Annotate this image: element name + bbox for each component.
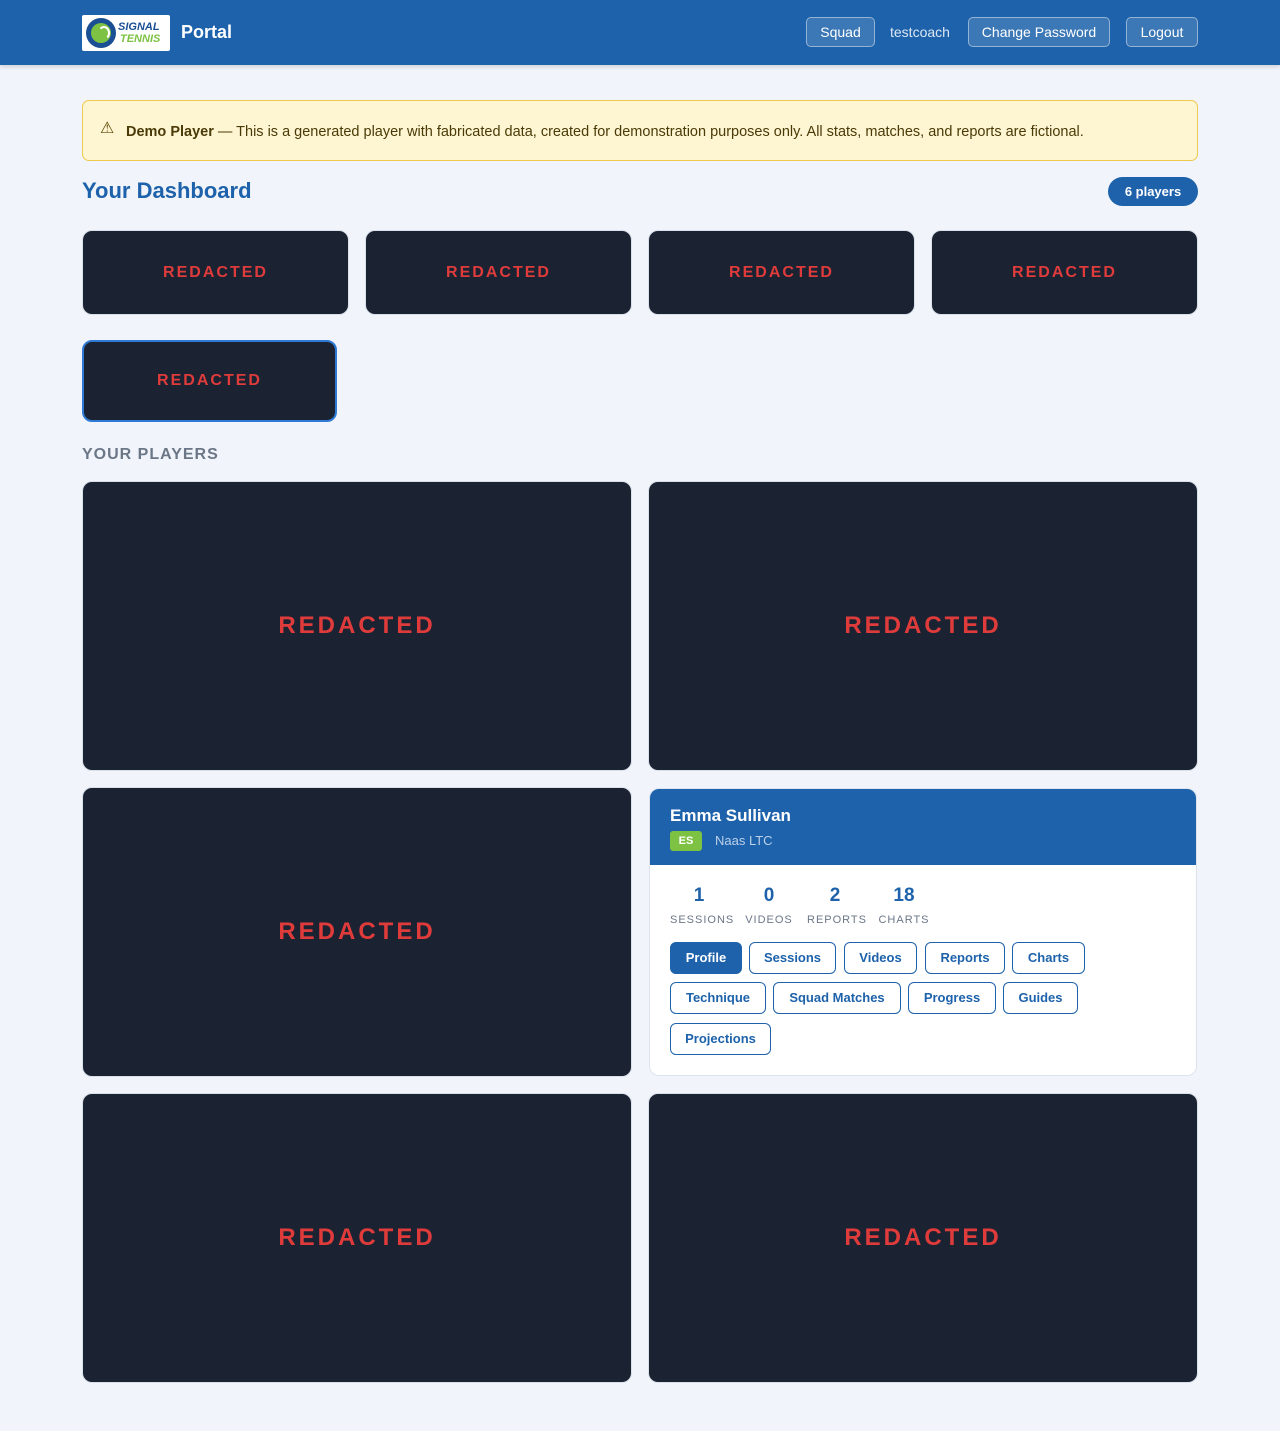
- redacted-label: REDACTED: [1012, 263, 1117, 281]
- player-initials-badge: ES: [670, 831, 702, 851]
- your-players-heading: YOUR PLAYERS: [82, 446, 219, 463]
- dashboard-tile[interactable]: REDACTED: [648, 230, 915, 315]
- top-navigation-bar: SIGNAL TENNIS Portal Squad testcoach Cha…: [0, 0, 1280, 65]
- stat-label: VIDEOS: [745, 914, 793, 926]
- player-card: Emma Sullivan ES Naas LTC 1 SESSIONS 0 V…: [649, 788, 1197, 1076]
- dashboard-tile[interactable]: REDACTED: [82, 230, 349, 315]
- redacted-label: REDACTED: [278, 612, 436, 639]
- tab-charts[interactable]: Charts: [1012, 942, 1085, 974]
- player-card-redacted[interactable]: REDACTED: [82, 1093, 632, 1383]
- stat-label: REPORTS: [807, 914, 867, 926]
- stat-sessions: 1 SESSIONS: [670, 885, 735, 927]
- redacted-label: REDACTED: [163, 263, 268, 281]
- redacted-label: REDACTED: [446, 263, 551, 281]
- portal-title: Portal: [181, 22, 233, 42]
- tab-guides[interactable]: Guides: [1003, 982, 1078, 1014]
- dashboard-tile[interactable]: REDACTED: [365, 230, 632, 315]
- tab-profile[interactable]: Profile: [670, 942, 742, 974]
- change-password-button[interactable]: Change Password: [968, 17, 1110, 47]
- notice-body: — This is a generated player with fabric…: [213, 124, 1084, 140]
- tab-reports[interactable]: Reports: [925, 942, 1005, 974]
- stat-value: 0: [763, 885, 775, 906]
- redacted-label: REDACTED: [278, 918, 436, 945]
- redacted-label: REDACTED: [157, 372, 262, 389]
- player-club: Naas LTC: [715, 833, 773, 848]
- redacted-label: REDACTED: [844, 612, 1002, 639]
- player-count-badge: 6 players: [1108, 177, 1198, 206]
- stat-label: CHARTS: [878, 914, 930, 926]
- player-card-header: Emma Sullivan ES Naas LTC: [650, 789, 1196, 865]
- stat-value: 2: [829, 885, 841, 906]
- redacted-label: REDACTED: [844, 1224, 1002, 1251]
- username-label: testcoach: [890, 24, 950, 40]
- demo-player-notice: ⚠ Demo Player — This is a generated play…: [82, 100, 1198, 161]
- logout-button[interactable]: Logout: [1126, 17, 1198, 47]
- stat-charts: 18 CHARTS: [878, 885, 930, 927]
- stat-value: 1: [693, 885, 705, 906]
- player-card-redacted[interactable]: REDACTED: [82, 787, 632, 1077]
- page-title: Your Dashboard: [82, 178, 252, 203]
- stat-videos: 0 VIDEOS: [744, 885, 794, 927]
- stat-label: SESSIONS: [670, 914, 735, 926]
- dashboard-tile[interactable]: REDACTED: [931, 230, 1198, 315]
- stat-value: 18: [893, 885, 915, 906]
- stat-reports: 2 REPORTS: [807, 885, 867, 927]
- logo-text-line2: TENNIS: [120, 33, 161, 45]
- notice-strong: Demo Player: [126, 124, 214, 140]
- tab-technique[interactable]: Technique: [670, 982, 766, 1014]
- logo-text-line1: SIGNAL: [118, 21, 160, 33]
- tab-projections[interactable]: Projections: [670, 1023, 771, 1055]
- signal-tennis-logo[interactable]: SIGNAL TENNIS: [82, 15, 170, 51]
- tab-sessions[interactable]: Sessions: [749, 942, 836, 974]
- player-card-redacted[interactable]: REDACTED: [82, 481, 632, 771]
- player-card-redacted[interactable]: REDACTED: [648, 481, 1198, 771]
- tennis-ball-icon: [86, 18, 116, 48]
- warning-icon: ⚠: [100, 120, 115, 137]
- player-card-redacted[interactable]: REDACTED: [648, 1093, 1198, 1383]
- redacted-label: REDACTED: [729, 263, 834, 281]
- tab-squad-matches[interactable]: Squad Matches: [773, 982, 901, 1014]
- notice-text: Demo Player — This is a generated player…: [126, 123, 1084, 141]
- tab-progress[interactable]: Progress: [908, 982, 996, 1014]
- player-name[interactable]: Emma Sullivan: [670, 806, 791, 826]
- tab-videos[interactable]: Videos: [844, 942, 917, 974]
- squad-button[interactable]: Squad: [806, 17, 875, 47]
- dashboard-tile-selected[interactable]: REDACTED: [82, 340, 337, 422]
- redacted-label: REDACTED: [278, 1224, 436, 1251]
